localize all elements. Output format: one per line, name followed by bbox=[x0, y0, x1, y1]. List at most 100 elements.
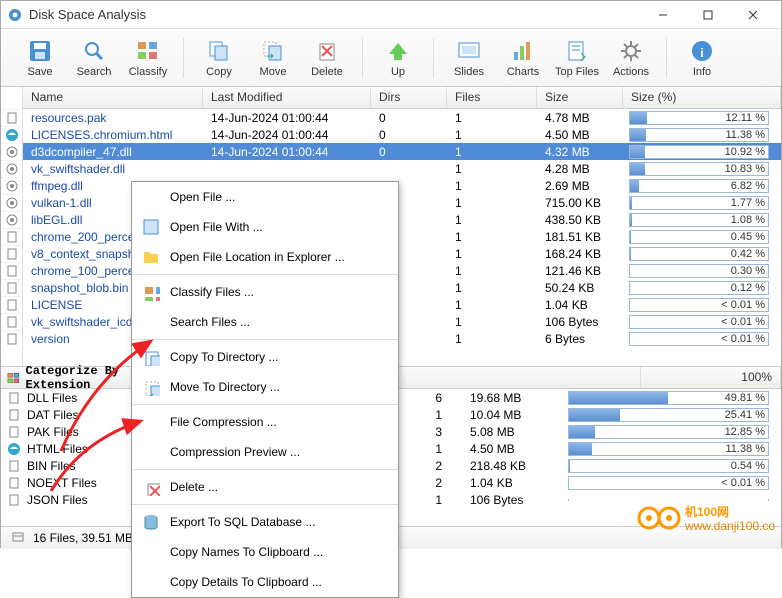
toolbar-actions-button[interactable]: Actions bbox=[604, 31, 658, 85]
menu-item[interactable]: Open File With ... bbox=[132, 212, 398, 242]
cell-pct: < 0.01 % bbox=[623, 332, 781, 346]
toolbar-charts-button[interactable]: Charts bbox=[496, 31, 550, 85]
toolbar-slides-button[interactable]: Slides bbox=[442, 31, 496, 85]
col-size-pct[interactable]: Size (%) bbox=[623, 87, 781, 108]
cell-size: 168.24 KB bbox=[537, 246, 623, 262]
table-row[interactable]: resources.pak14-Jun-2024 01:00:44014.78 … bbox=[23, 109, 781, 126]
context-menu: Open File ...Open File With ...Open File… bbox=[131, 181, 399, 598]
minimize-button[interactable] bbox=[640, 1, 685, 29]
cell-dirs: 0 bbox=[371, 110, 447, 126]
cell-size: 4.78 MB bbox=[537, 110, 623, 126]
app-icon bbox=[7, 7, 23, 23]
menu-item[interactable]: Copy Details To Clipboard ... bbox=[132, 567, 398, 597]
cell-modified: 14-Jun-2024 01:00:44 bbox=[203, 144, 371, 160]
menu-item[interactable]: Open File Location in Explorer ... bbox=[132, 242, 398, 272]
cell-size: 4.50 MB bbox=[537, 127, 623, 143]
svg-text:i: i bbox=[700, 46, 703, 60]
cell-size: 438.50 KB bbox=[537, 212, 623, 228]
blank-icon bbox=[142, 443, 160, 461]
file-type-icon bbox=[1, 313, 22, 330]
toolbar-top files-button[interactable]: Top Files bbox=[550, 31, 604, 85]
menu-item[interactable]: Move To Directory ... bbox=[132, 372, 398, 402]
cell-size: 4.32 MB bbox=[537, 144, 623, 160]
cell-size: 4.28 MB bbox=[537, 161, 623, 177]
blank-icon bbox=[142, 413, 160, 431]
toolbar-delete-button[interactable]: Delete bbox=[300, 31, 354, 85]
cell-size: 181.51 KB bbox=[537, 229, 623, 245]
delete-icon bbox=[142, 478, 160, 496]
cell-pct: 10.83 % bbox=[623, 162, 781, 176]
cell-files: 1 bbox=[447, 144, 537, 160]
maximize-button[interactable] bbox=[685, 1, 730, 29]
file-type-icon bbox=[1, 330, 22, 347]
close-button[interactable] bbox=[730, 1, 775, 29]
file-type-icon bbox=[1, 177, 22, 194]
window-title: Disk Space Analysis bbox=[29, 7, 640, 22]
cell-pct: 10.92 % bbox=[623, 145, 781, 159]
menu-item[interactable]: Classify Files ... bbox=[132, 277, 398, 307]
toolbar: SaveSearchClassify CopyMoveDelete Up Slides… bbox=[1, 29, 781, 87]
move-icon bbox=[142, 378, 160, 396]
cell-pct: < 0.01 % bbox=[623, 315, 781, 329]
cell-pct: 0.12 % bbox=[623, 281, 781, 295]
catcol-pct[interactable]: 100% bbox=[641, 367, 781, 388]
cell-pct: 11.38 % bbox=[623, 128, 781, 142]
table-row[interactable]: d3dcompiler_47.dll14-Jun-2024 01:00:4401… bbox=[23, 143, 781, 160]
cell-files: 1 bbox=[447, 195, 537, 211]
file-type-icon bbox=[1, 279, 22, 296]
svg-text:www.danji100.com: www.danji100.com bbox=[684, 519, 775, 533]
cell-modified bbox=[203, 168, 371, 170]
cell-dirs: 0 bbox=[371, 144, 447, 160]
folder-icon bbox=[142, 248, 160, 266]
file-type-icon bbox=[1, 160, 22, 177]
toolbar-info-button[interactable]: iInfo bbox=[675, 31, 729, 85]
col-files[interactable]: Files bbox=[447, 87, 537, 108]
file-type-icon bbox=[1, 211, 22, 228]
menu-item[interactable]: Copy To Directory ... bbox=[132, 342, 398, 372]
toolbar-save-button[interactable]: Save bbox=[13, 31, 67, 85]
menu-item[interactable]: Delete ... bbox=[132, 472, 398, 502]
toolbar-classify-button[interactable]: Classify bbox=[121, 31, 175, 85]
blank-icon bbox=[142, 573, 160, 591]
table-row[interactable]: vk_swiftshader.dll14.28 MB10.83 % bbox=[23, 160, 781, 177]
col-dirs[interactable]: Dirs bbox=[371, 87, 447, 108]
cell-files: 1 bbox=[447, 229, 537, 245]
cell-dirs: 0 bbox=[371, 127, 447, 143]
cell-pct: 1.08 % bbox=[623, 213, 781, 227]
menu-item[interactable]: Compression Preview ... bbox=[132, 437, 398, 467]
col-name[interactable]: Name bbox=[23, 87, 203, 108]
cell-pct: 6.82 % bbox=[623, 179, 781, 193]
col-size[interactable]: Size bbox=[537, 87, 623, 108]
status-text: 16 Files, 39.51 MB bbox=[33, 531, 133, 545]
cell-pct: 0.30 % bbox=[623, 264, 781, 278]
menu-item[interactable]: Search Files ... bbox=[132, 307, 398, 337]
file-type-icon bbox=[1, 143, 22, 160]
toolbar-copy-button[interactable]: Copy bbox=[192, 31, 246, 85]
file-type-icon bbox=[1, 194, 22, 211]
cell-files: 1 bbox=[447, 263, 537, 279]
cell-pct: 0.42 % bbox=[623, 247, 781, 261]
cell-size: 715.00 KB bbox=[537, 195, 623, 211]
cell-size: 1.04 KB bbox=[537, 297, 623, 313]
toolbar-move-button[interactable]: Move bbox=[246, 31, 300, 85]
titlebar: Disk Space Analysis bbox=[1, 1, 781, 29]
file-type-icon bbox=[1, 126, 22, 143]
menu-item[interactable]: File Compression ... bbox=[132, 407, 398, 437]
blank-icon bbox=[142, 313, 160, 331]
menu-item[interactable]: Copy Names To Clipboard ... bbox=[132, 537, 398, 567]
file-type-icon bbox=[1, 245, 22, 262]
cell-files: 1 bbox=[447, 127, 537, 143]
menu-item[interactable]: Open File ... bbox=[132, 182, 398, 212]
menu-item[interactable]: Export To SQL Database ... bbox=[132, 507, 398, 537]
classify-icon bbox=[142, 283, 160, 301]
file-type-icon bbox=[1, 228, 22, 245]
file-table-header: Name Last Modified Dirs Files Size Size … bbox=[23, 87, 781, 109]
blank-icon bbox=[142, 543, 160, 561]
cell-size: 6 Bytes bbox=[537, 331, 623, 347]
table-row[interactable]: LICENSES.chromium.html14-Jun-2024 01:00:… bbox=[23, 126, 781, 143]
cell-files: 1 bbox=[447, 246, 537, 262]
col-modified[interactable]: Last Modified bbox=[203, 87, 371, 108]
cell-files: 1 bbox=[447, 314, 537, 330]
toolbar-up-button[interactable]: Up bbox=[371, 31, 425, 85]
toolbar-search-button[interactable]: Search bbox=[67, 31, 121, 85]
